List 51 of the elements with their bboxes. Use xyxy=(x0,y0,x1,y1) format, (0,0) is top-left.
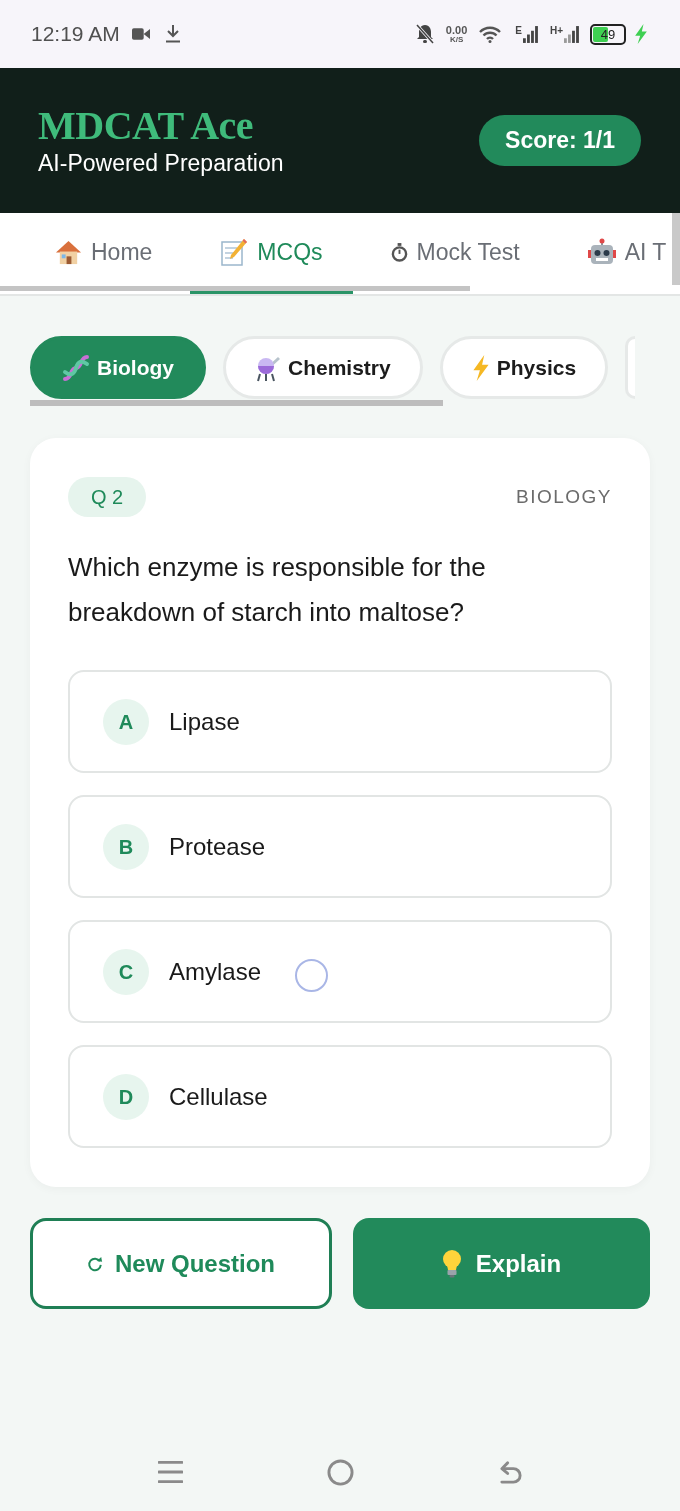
app-title: MDCAT Ace xyxy=(38,103,255,148)
signal-icon xyxy=(522,25,538,43)
subject-chip[interactable]: Biology xyxy=(30,336,206,399)
option-letter: D xyxy=(103,1073,149,1120)
robot-icon xyxy=(587,238,616,266)
option-letter: C xyxy=(103,948,149,995)
partial-chip[interactable] xyxy=(625,336,636,399)
network-speed: 0.00 xyxy=(445,24,468,36)
explain-button[interactable]: Explain xyxy=(353,1218,650,1309)
question-number-badge: Q 2 xyxy=(68,477,147,517)
answer-option[interactable]: D Cellulase xyxy=(68,1045,612,1148)
network-speed-unit: K/S xyxy=(449,35,464,44)
lightbulb-icon xyxy=(441,1249,462,1278)
answer-option[interactable]: C Amylase xyxy=(68,920,612,1023)
option-letter: A xyxy=(103,698,149,745)
stopwatch-icon xyxy=(390,242,408,262)
option-text: Amylase xyxy=(169,956,262,987)
score-badge: Score: 1/1 xyxy=(479,115,641,166)
scrollbar[interactable] xyxy=(0,286,470,291)
nav-tab[interactable]: Mock Test xyxy=(360,213,550,294)
download-icon xyxy=(165,25,180,43)
subject-chip[interactable]: Physics xyxy=(439,336,609,399)
app-subtitle: AI-Powered Preparation xyxy=(38,148,284,178)
refresh-icon xyxy=(87,1255,103,1272)
bell-off-icon xyxy=(415,24,434,44)
network-type: H+ xyxy=(549,25,563,36)
back-icon[interactable] xyxy=(497,1459,523,1485)
option-text: Lipase xyxy=(169,706,240,737)
subject-label: BIOLOGY xyxy=(515,484,612,509)
scrollbar[interactable] xyxy=(30,400,443,406)
answer-option[interactable]: A Lipase xyxy=(68,670,612,773)
new-question-button[interactable]: New Question xyxy=(30,1218,332,1309)
option-letter: B xyxy=(103,823,149,870)
battery-level: 49 xyxy=(600,27,616,41)
dna-icon xyxy=(62,353,90,382)
status-time: 12:19 AM xyxy=(31,21,120,48)
scrollbar[interactable] xyxy=(672,213,680,285)
answer-option[interactable]: B Protease xyxy=(68,795,612,898)
subject-chip[interactable]: Chemistry xyxy=(223,336,423,399)
video-camera-icon xyxy=(131,28,150,40)
menu-icon[interactable] xyxy=(157,1460,183,1484)
wifi-icon xyxy=(479,25,502,43)
option-text: Cellulase xyxy=(169,1081,268,1112)
network-type: E xyxy=(515,25,522,36)
lightning-icon xyxy=(471,354,490,381)
home-circle-icon[interactable] xyxy=(326,1458,354,1486)
house-icon xyxy=(55,238,82,266)
memo-pencil-icon xyxy=(220,238,249,266)
question-text: Which enzyme is responsible for the breakdown of starch into maltose? xyxy=(68,551,487,629)
option-text: Protease xyxy=(169,831,266,862)
signal-icon xyxy=(564,25,579,43)
